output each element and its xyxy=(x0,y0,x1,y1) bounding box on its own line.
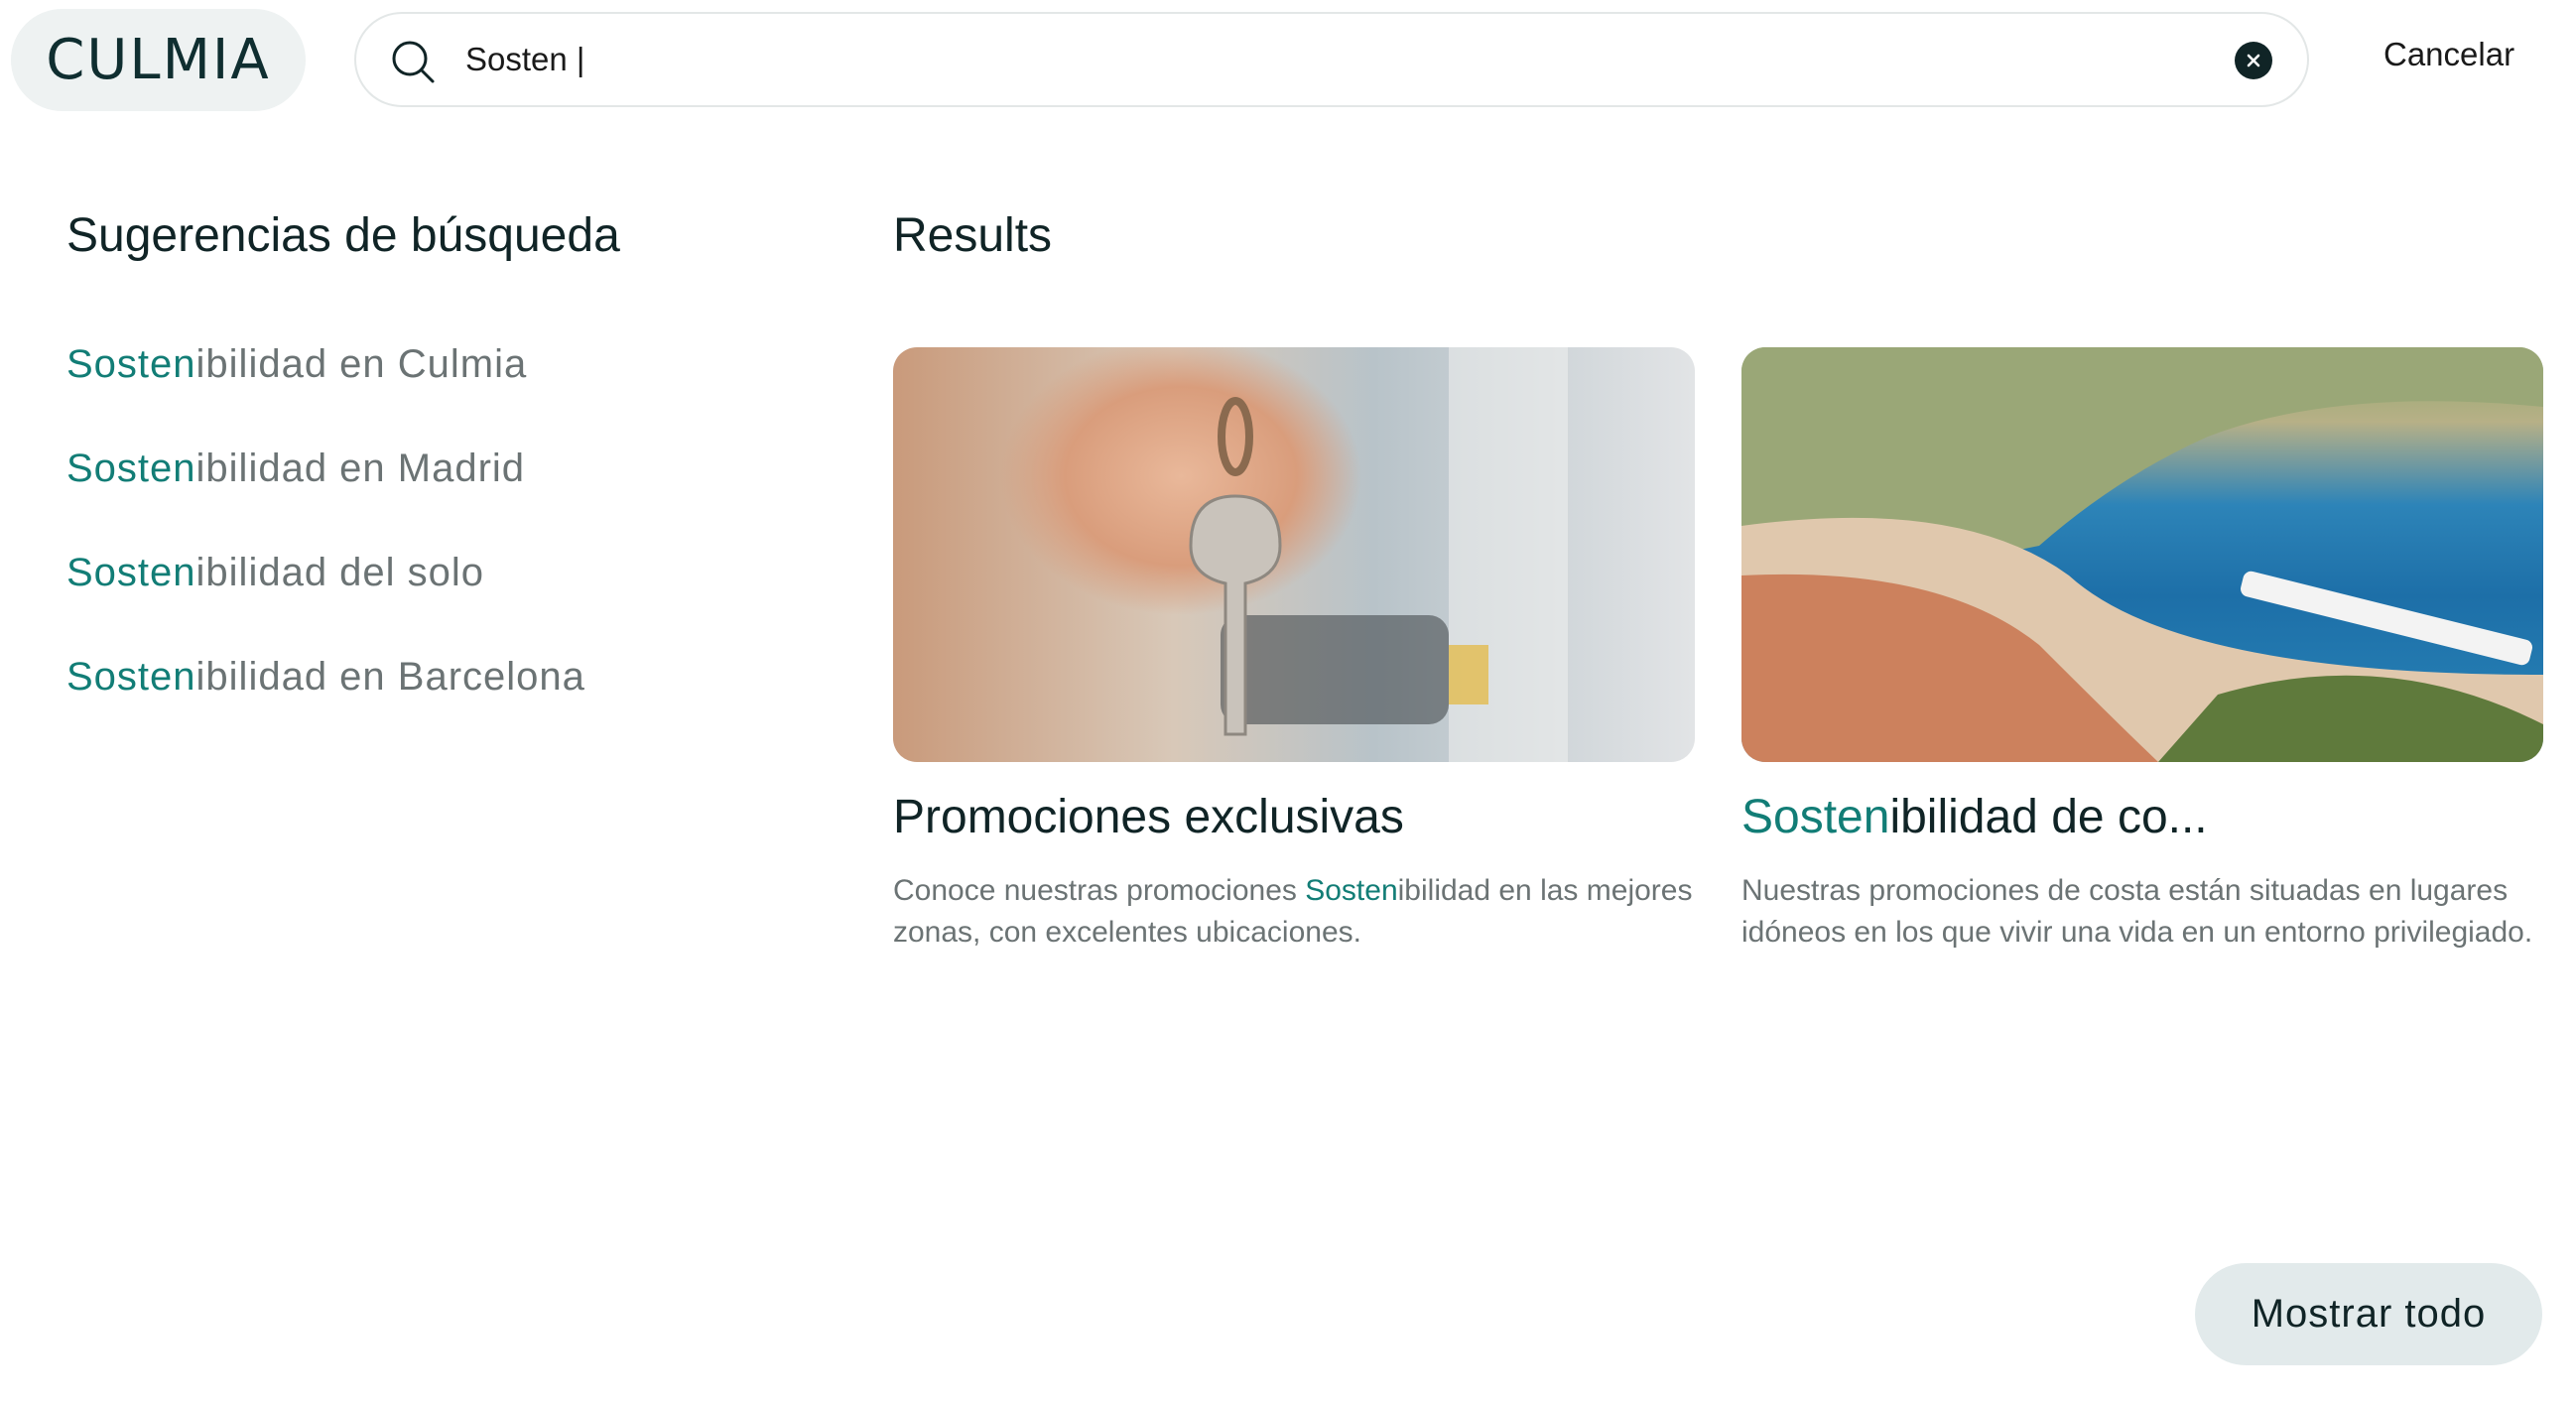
coast-illustration xyxy=(1741,347,2543,762)
key-illustration xyxy=(1189,347,1568,762)
clear-search-button[interactable] xyxy=(2235,42,2272,79)
result-card[interactable]: Sostenibilidad de co... Nuestras promoci… xyxy=(1741,347,2543,954)
result-description: Conoce nuestras promociones Sostenibilid… xyxy=(893,870,1695,954)
suggestion-rest: ibilidad en Culmia xyxy=(195,342,528,386)
result-image-keys xyxy=(893,347,1695,762)
suggestion-match: Sosten xyxy=(66,447,196,490)
suggestion-rest: ibilidad del solo xyxy=(195,551,485,594)
results-title: Results xyxy=(893,209,1053,262)
search-page: CULMIA Cancelar Sugerencias de búsqueda … xyxy=(0,0,2576,1405)
show-all-button[interactable]: Mostrar todo xyxy=(2195,1263,2542,1365)
search-bar xyxy=(354,12,2309,107)
result-title-rest: ibilidad de co... xyxy=(1889,791,2208,843)
logo[interactable]: CULMIA xyxy=(11,9,306,111)
result-image-coast xyxy=(1741,347,2543,762)
search-input[interactable] xyxy=(465,32,2172,87)
result-card[interactable]: Promociones exclusivas Conoce nuestras p… xyxy=(893,347,1695,954)
result-title: Sostenibilidad de co... xyxy=(1741,790,2543,844)
suggestion-item[interactable]: Sostenibilidad del solo xyxy=(66,551,585,655)
suggestions-list: Sostenibilidad en Culmia Sostenibilidad … xyxy=(66,342,585,759)
result-title-match: Sosten xyxy=(1741,791,1890,843)
suggestion-item[interactable]: Sostenibilidad en Barcelona xyxy=(66,655,585,759)
suggestion-match: Sosten xyxy=(66,655,196,699)
result-title: Promociones exclusivas xyxy=(893,790,1695,844)
close-icon xyxy=(2247,54,2260,67)
result-title-rest: Promociones exclusivas xyxy=(893,791,1404,843)
suggestions-title: Sugerencias de búsqueda xyxy=(66,209,620,262)
suggestion-match: Sosten xyxy=(66,551,196,594)
suggestion-item[interactable]: Sostenibilidad en Madrid xyxy=(66,447,585,551)
suggestion-rest: ibilidad en Madrid xyxy=(195,447,526,490)
search-icon xyxy=(392,41,435,83)
result-description: Nuestras promociones de costa están situ… xyxy=(1741,870,2543,954)
suggestion-rest: ibilidad en Barcelona xyxy=(195,655,585,699)
result-desc-match: Sosten xyxy=(1305,874,1398,907)
result-desc-before: Conoce nuestras promociones xyxy=(893,874,1306,907)
result-desc-before: Nuestras promociones de costa están situ… xyxy=(1741,874,2533,949)
suggestion-item[interactable]: Sostenibilidad en Culmia xyxy=(66,342,585,447)
suggestion-match: Sosten xyxy=(66,342,196,386)
cancel-button[interactable]: Cancelar xyxy=(2383,36,2514,73)
